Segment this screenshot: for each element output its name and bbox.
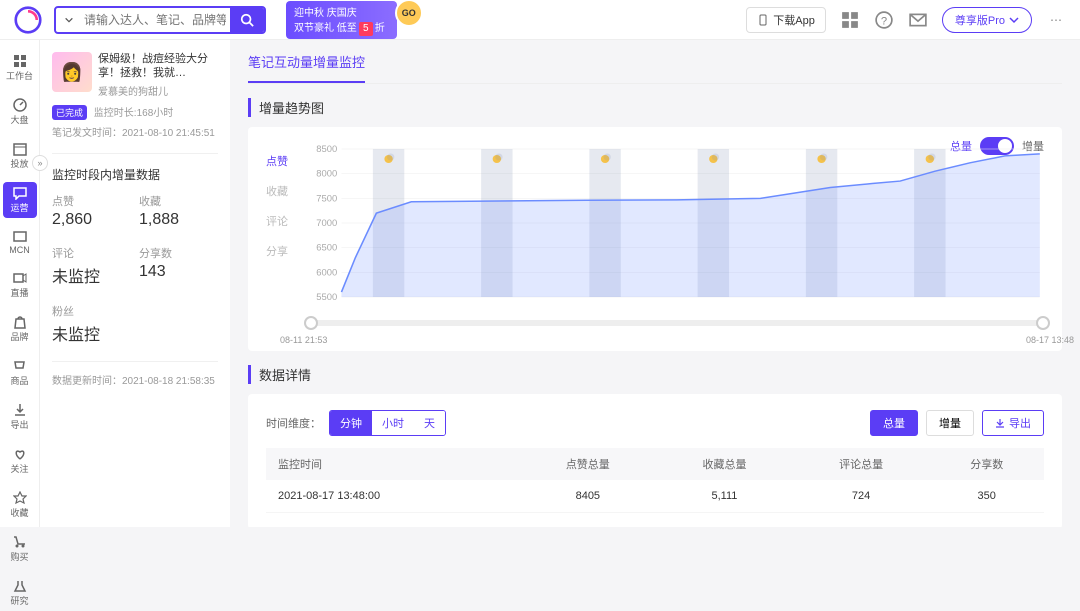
svg-text:8000: 8000 xyxy=(316,169,337,179)
stat-value-comments: 未监控 xyxy=(52,263,131,287)
nav-item-star[interactable]: 收藏 xyxy=(3,487,37,523)
trend-chart-card: 总量 增量 点赞收藏评论分享 5500600065007000750080008… xyxy=(248,127,1062,351)
promo-text: 双节豪礼 低至5折 xyxy=(294,19,385,36)
note-thumbnail[interactable]: 👩 xyxy=(52,52,92,92)
trend-line-chart: 5500 6000 6500 7000 7500 8000 8500 xyxy=(310,143,1044,303)
promo-go-icon: GO xyxy=(395,0,423,27)
left-nav: » 工作台大盘投放运营MCN直播品牌商品导出关注收藏购买研究 xyxy=(0,40,40,527)
view-delta-button[interactable]: 增量 xyxy=(926,410,974,436)
slider-handle-end[interactable] xyxy=(1036,316,1050,330)
table-cell: 350 xyxy=(929,480,1044,513)
monitor-dur-label: 监控时长 xyxy=(94,108,134,119)
data-detail-card: 时间维度： 分钟小时天 总量 增量 导出 监控时间点赞总量收藏总量评论总量分享数… xyxy=(248,394,1062,527)
nav-expand-button[interactable]: » xyxy=(32,155,48,171)
nav-item-flask[interactable]: 研究 xyxy=(3,575,37,611)
svg-text:7000: 7000 xyxy=(316,218,337,228)
monitor-dur: 168小时 xyxy=(137,108,174,119)
chevron-down-icon xyxy=(1009,15,1019,25)
more-icon[interactable]: ⋯ xyxy=(1046,10,1066,30)
stat-label: 收藏 xyxy=(139,193,218,209)
metric-tab-2[interactable]: 评论 xyxy=(266,213,304,229)
stat-value-fans: 未监控 xyxy=(52,321,131,345)
nav-item-calendar[interactable]: 投放 xyxy=(3,138,37,174)
phone-icon xyxy=(757,14,769,26)
nav-item-dashboard[interactable]: 大盘 xyxy=(3,94,37,130)
table-cell: 724 xyxy=(793,480,930,513)
stat-value-favs: 1,888 xyxy=(139,211,218,229)
trend-chart-title: 增量趋势图 xyxy=(248,98,1062,117)
svg-text:6500: 6500 xyxy=(316,243,337,253)
table-header: 评论总量 xyxy=(793,448,930,480)
nav-item-video[interactable]: 直播 xyxy=(3,267,37,303)
stat-value-likes: 2,860 xyxy=(52,211,131,229)
gran-label: 时间维度： xyxy=(266,415,321,431)
stat-label: 粉丝 xyxy=(52,303,131,319)
table-header: 分享数 xyxy=(929,448,1044,480)
pub-label: 笔记发文时间 xyxy=(52,128,112,139)
table-cell: 5,111 xyxy=(656,480,793,513)
stat-label: 分享数 xyxy=(139,245,218,261)
note-author: 爱慕美的狗甜儿 xyxy=(98,83,218,98)
nav-item-cart[interactable]: 商品 xyxy=(3,355,37,391)
search-input[interactable] xyxy=(80,13,230,27)
table-cell: 8405 xyxy=(520,480,657,513)
slider-start-label: 08-11 21:53 xyxy=(280,335,327,345)
slider-handle-start[interactable] xyxy=(304,316,318,330)
svg-text:?: ? xyxy=(881,15,887,27)
help-icon[interactable]: ? xyxy=(874,10,894,30)
svg-text:8500: 8500 xyxy=(316,144,337,154)
download-app-button[interactable]: 下载App xyxy=(746,7,826,33)
gran-button-小时[interactable]: 小时 xyxy=(372,411,414,435)
refresh-time: 2021-08-18 21:58:35 xyxy=(122,376,215,387)
app-logo[interactable] xyxy=(14,6,42,34)
nav-item-screen[interactable]: MCN xyxy=(3,226,37,259)
table-header: 收藏总量 xyxy=(656,448,793,480)
metric-tab-3[interactable]: 分享 xyxy=(266,243,304,259)
gran-button-天[interactable]: 天 xyxy=(414,411,445,435)
view-total-button[interactable]: 总量 xyxy=(870,410,918,436)
table-header: 点赞总量 xyxy=(520,448,657,480)
export-button[interactable]: 导出 xyxy=(982,410,1044,436)
svg-text:5500: 5500 xyxy=(316,292,337,302)
slider-end-label: 08-17 13:48 xyxy=(1026,335,1074,345)
table-cell: 2021-08-17 13:48:00 xyxy=(266,480,520,513)
pro-button[interactable]: 尊享版Pro xyxy=(942,7,1032,33)
pub-time: 2021-08-10 21:45:51 xyxy=(122,128,215,139)
svg-text:7500: 7500 xyxy=(316,194,337,204)
stat-label: 点赞 xyxy=(52,193,131,209)
stat-label: 评论 xyxy=(52,245,131,261)
data-detail-title: 数据详情 xyxy=(248,365,1062,384)
stat-value-shares: 143 xyxy=(139,263,218,281)
apps-icon[interactable] xyxy=(840,10,860,30)
stats-section-title: 监控时段内增量数据 xyxy=(52,153,218,183)
nav-item-heart[interactable]: 关注 xyxy=(3,443,37,479)
note-title: 保姆级！战痘经验大分享！拯救！我就… xyxy=(98,52,218,81)
svg-text:6000: 6000 xyxy=(316,268,337,278)
nav-item-download[interactable]: 导出 xyxy=(3,399,37,435)
tab-interaction-monitor[interactable]: 笔记互动量增量监控 xyxy=(248,52,365,83)
detail-table: 监控时间点赞总量收藏总量评论总量分享数 2021-08-17 13:48:008… xyxy=(266,448,1044,513)
nav-item-shop[interactable]: 购买 xyxy=(3,531,37,567)
promo-banner[interactable]: 迎中秋 庆国庆 双节豪礼 低至5折 GO xyxy=(286,1,397,39)
time-range-slider[interactable]: 08-11 21:53 08-17 13:48 xyxy=(310,313,1044,333)
metric-tab-1[interactable]: 收藏 xyxy=(266,183,304,199)
search-button[interactable] xyxy=(230,8,264,32)
nav-item-bag[interactable]: 品牌 xyxy=(3,311,37,347)
search-category-dropdown[interactable] xyxy=(56,15,80,25)
table-row: 2021-08-17 13:48:0084055,111724350 xyxy=(266,480,1044,513)
nav-item-grid[interactable]: 工作台 xyxy=(3,50,37,86)
table-header: 监控时间 xyxy=(266,448,520,480)
gran-button-分钟[interactable]: 分钟 xyxy=(330,411,372,435)
status-badge: 已完成 xyxy=(52,105,87,120)
refresh-label: 数据更新时间 xyxy=(52,376,112,387)
export-icon xyxy=(995,418,1005,428)
metric-tab-0[interactable]: 点赞 xyxy=(266,153,304,169)
nav-item-chat[interactable]: 运营 xyxy=(3,182,37,218)
search-bar xyxy=(54,6,266,34)
mail-icon[interactable] xyxy=(908,10,928,30)
note-side-panel: 👩 保姆级！战痘经验大分享！拯救！我就… 爱慕美的狗甜儿 已完成 监控时长:16… xyxy=(40,40,230,527)
promo-text: 迎中秋 庆国庆 xyxy=(294,4,385,19)
